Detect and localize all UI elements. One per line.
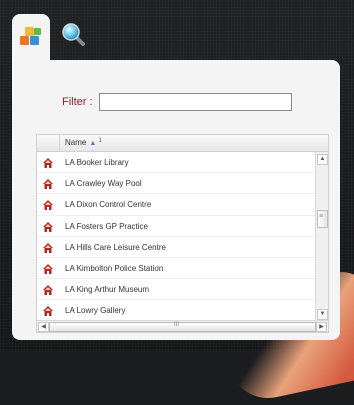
- vertical-scroll-thumb[interactable]: ≡: [317, 210, 328, 228]
- vscroll-grip: ≡: [319, 213, 324, 220]
- home-icon: [42, 262, 54, 274]
- filter-label: Filter :: [62, 96, 93, 108]
- hscroll-grip: III: [174, 322, 180, 328]
- results-rows: LA Booker Library LA Crawley Way Pool LA D…: [37, 152, 316, 332]
- table-row[interactable]: LA Fosters GP Practice: [37, 216, 316, 237]
- row-label: LA Hills Care Leisure Centre: [65, 242, 166, 252]
- table-row[interactable]: LA Kimbolton Police Station: [37, 258, 316, 280]
- table-row[interactable]: LA Hills Care Leisure Centre: [37, 237, 316, 258]
- row-label: LA Kimbolton Police Station: [65, 263, 164, 273]
- layers-icon: [17, 22, 45, 55]
- home-icon: [42, 220, 54, 232]
- name-column-header[interactable]: Name ▲ 1: [65, 138, 102, 147]
- sort-index: 1: [98, 138, 102, 144]
- table-row[interactable]: LA King Arthur Museum: [37, 279, 316, 301]
- search-panel: Filter : Name ▲ 1 LA Booker Library LA Cra…: [12, 14, 340, 340]
- row-label: LA King Arthur Museum: [65, 285, 150, 295]
- table-row[interactable]: LA Lowry Gallery: [37, 300, 316, 322]
- tab-search[interactable]: [54, 14, 92, 58]
- row-label: LA Crawley Way Pool: [65, 179, 142, 189]
- row-label: LA Lowry Gallery: [65, 306, 126, 316]
- row-label: LA Fosters GP Practice: [65, 221, 148, 231]
- vertical-scrollbar[interactable]: ▲ ≡ ▼: [315, 152, 328, 322]
- horizontal-scroll-thumb[interactable]: III: [49, 322, 316, 332]
- home-icon: [42, 283, 54, 296]
- scroll-up-icon[interactable]: ▲: [317, 154, 328, 165]
- scroll-down-icon[interactable]: ▼: [317, 309, 328, 320]
- horizontal-scrollbar[interactable]: ◀ III ▶: [37, 320, 328, 332]
- home-icon: [42, 156, 54, 168]
- home-icon: [42, 304, 54, 317]
- icon-column-header[interactable]: [37, 135, 60, 151]
- scroll-left-icon[interactable]: ◀: [38, 322, 49, 332]
- table-row[interactable]: LA Dixon Control Centre: [37, 194, 316, 216]
- home-icon: [42, 241, 54, 253]
- results-grid: Name ▲ 1 LA Booker Library LA Crawley Way …: [36, 134, 329, 333]
- filter-row: Filter :: [62, 93, 292, 111]
- name-column-label: Name: [65, 138, 87, 147]
- sort-ascending-icon: ▲: [89, 140, 97, 147]
- scroll-right-icon[interactable]: ▶: [316, 322, 327, 332]
- row-label: LA Booker Library: [65, 158, 129, 167]
- grid-header: Name ▲ 1: [37, 135, 328, 152]
- table-row[interactable]: LA Crawley Way Pool: [37, 173, 316, 195]
- home-icon: [42, 177, 54, 190]
- table-row[interactable]: LA Booker Library: [37, 152, 316, 174]
- home-icon: [42, 198, 54, 211]
- row-label: LA Dixon Control Centre: [65, 200, 152, 210]
- filter-input[interactable]: [98, 93, 292, 111]
- search-card: Filter : Name ▲ 1 LA Booker Library LA Cra…: [12, 60, 340, 340]
- search-icon: [60, 21, 86, 52]
- tab-layers[interactable]: [12, 14, 50, 62]
